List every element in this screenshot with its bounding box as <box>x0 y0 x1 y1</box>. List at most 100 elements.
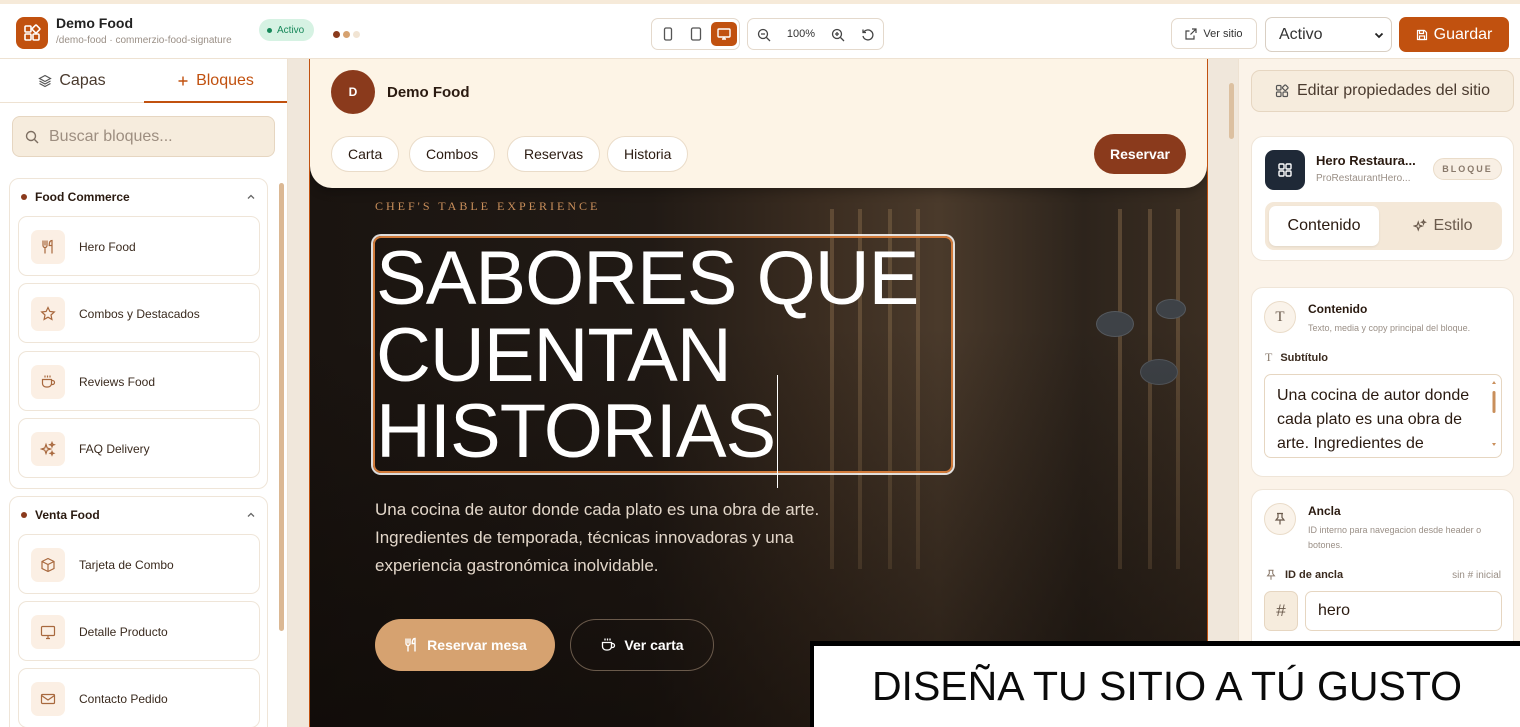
anchor-hint: sin # inicial <box>1452 570 1501 581</box>
tab-content[interactable]: Contenido <box>1269 206 1379 246</box>
textarea-scrollbar[interactable] <box>1492 381 1496 453</box>
hero-headline-line[interactable]: SABORES QUE <box>376 241 919 317</box>
coffee-icon <box>602 638 616 651</box>
status-select-value: Activo <box>1279 25 1323 43</box>
block-item-product-detail[interactable]: Detalle Producto <box>18 601 260 661</box>
color-dot-icon <box>343 31 350 38</box>
block-item-combo-card[interactable]: Tarjeta de Combo <box>18 534 260 594</box>
hash-prefix: # <box>1264 591 1298 631</box>
block-item-combos[interactable]: Combos y Destacados <box>18 283 260 343</box>
tab-blocks-label: Bloques <box>196 72 254 89</box>
desktop-view-button[interactable] <box>711 22 737 46</box>
block-item-faq-delivery[interactable]: FAQ Delivery <box>18 418 260 478</box>
promo-caption: DISEÑA TU SITIO A TÚ GUSTO <box>814 646 1520 727</box>
category-header[interactable]: Venta Food <box>21 508 100 522</box>
category-name: Food Commerce <box>35 190 130 204</box>
color-dot-icon <box>353 31 360 38</box>
color-dots <box>333 31 360 38</box>
grid-icon <box>1265 150 1305 190</box>
view-menu-button[interactable]: Ver carta <box>570 619 714 671</box>
nav-pill-carta[interactable]: Carta <box>331 136 400 172</box>
device-switcher <box>651 18 740 50</box>
builder-app: Demo Food /demo-food · commerzio-food-si… <box>0 0 1520 727</box>
canvas-scrollbar[interactable] <box>1229 83 1234 139</box>
tab-layers-label: Capas <box>59 72 106 89</box>
brand-avatar[interactable]: D <box>331 70 375 114</box>
category-header[interactable]: Food Commerce <box>21 190 130 204</box>
view-site-label: Ver sitio <box>1203 27 1243 40</box>
subtitle-field-label: T Subtítulo <box>1265 350 1328 365</box>
zoom-controls: 100% <box>747 18 884 50</box>
selected-block-card: Hero Restaura... ProRestaurantHero... BL… <box>1251 136 1514 261</box>
view-menu-label: Ver carta <box>624 637 684 653</box>
preview-header: D Demo Food Carta Combos Reservas Histor… <box>310 59 1207 188</box>
header-reserve-button[interactable]: Reservar <box>1094 134 1186 174</box>
reserve-table-button[interactable]: Reservar mesa <box>375 619 555 671</box>
mobile-view-button[interactable] <box>655 22 681 46</box>
app-logo-icon[interactable] <box>16 17 48 49</box>
hero-subtitle[interactable]: Una cocina de autor donde cada plato es … <box>375 496 855 580</box>
sparkles-icon <box>31 432 65 466</box>
brand-name[interactable]: Demo Food <box>387 84 470 101</box>
tab-style[interactable]: Estilo <box>1388 206 1498 246</box>
sparkles-icon <box>1413 219 1428 232</box>
hero-headline-line[interactable]: HISTORIAS <box>376 394 776 470</box>
site-preview-frame: D Demo Food Carta Combos Reservas Histor… <box>309 59 1208 727</box>
subtitle-textarea[interactable]: Una cocina de autor donde cada plato es … <box>1264 374 1502 458</box>
reset-zoom-button[interactable] <box>856 23 880 47</box>
chevron-down-icon <box>1374 32 1384 39</box>
content-section-card: T Contenido Texto, media y copy principa… <box>1251 287 1514 477</box>
editor-canvas: D Demo Food Carta Combos Reservas Histor… <box>288 59 1238 727</box>
anchor-icon <box>1264 503 1296 535</box>
anchor-section-title: Ancla <box>1308 504 1341 518</box>
search-icon <box>25 130 39 143</box>
edit-site-properties-button[interactable]: Editar propiedades del sitio <box>1251 70 1514 112</box>
save-button[interactable]: Guardar <box>1399 17 1509 52</box>
monitor-icon <box>31 615 65 649</box>
search-input[interactable]: Buscar bloques... <box>12 116 275 157</box>
search-placeholder: Buscar bloques... <box>49 127 173 145</box>
color-dot-icon <box>333 31 340 38</box>
anchor-id-input[interactable]: hero <box>1305 591 1502 631</box>
text-icon: T <box>1265 350 1273 364</box>
zoom-out-button[interactable] <box>752 23 776 47</box>
status-badge: Activo <box>259 19 315 41</box>
zoom-in-icon <box>831 28 845 42</box>
tablet-icon <box>690 27 702 41</box>
content-section-title: Contenido <box>1308 302 1368 316</box>
top-bar: Demo Food /demo-food · commerzio-food-si… <box>0 0 1520 59</box>
nav-pill-historia[interactable]: Historia <box>607 136 689 172</box>
anchor-icon <box>1266 569 1276 580</box>
tablet-view-button[interactable] <box>683 22 709 46</box>
save-icon <box>1416 29 1427 40</box>
content-section-desc: Texto, media y copy principal del bloque… <box>1308 323 1471 333</box>
subtitle-textarea-value: Una cocina de autor donde cada plato es … <box>1277 387 1470 452</box>
nav-pill-reservas[interactable]: Reservas <box>507 136 601 172</box>
category-bullet-icon <box>21 512 27 518</box>
block-item-reviews-food[interactable]: Reviews Food <box>18 351 260 411</box>
chevron-up-icon[interactable] <box>246 192 256 202</box>
utensils-icon <box>31 230 65 264</box>
plus-icon <box>178 76 188 86</box>
content-style-tabs: Contenido Estilo <box>1265 202 1502 250</box>
block-item-label: Detalle Producto <box>79 625 168 639</box>
star-icon <box>31 297 65 331</box>
mail-icon <box>31 682 65 716</box>
view-site-button[interactable]: Ver sitio <box>1171 18 1257 49</box>
tab-active-indicator <box>144 101 287 103</box>
box-icon <box>31 548 65 582</box>
status-select[interactable]: Activo <box>1265 17 1392 52</box>
hero-headline-line[interactable]: CUENTAN <box>376 318 732 394</box>
block-type: ProRestaurantHero... <box>1316 173 1411 184</box>
block-item-hero-food[interactable]: Hero Food <box>18 216 260 276</box>
block-item-order-contact[interactable]: Contacto Pedido <box>18 668 260 727</box>
nav-pill-combos[interactable]: Combos <box>409 136 496 172</box>
zoom-in-button[interactable] <box>826 23 850 47</box>
block-name: Hero Restaura... <box>1316 153 1416 168</box>
tab-blocks[interactable]: Bloques <box>144 59 287 103</box>
left-scrollbar[interactable] <box>279 183 284 631</box>
category-bullet-icon <box>21 194 27 200</box>
tab-layers[interactable]: Capas <box>0 59 144 103</box>
chevron-up-icon[interactable] <box>246 510 256 520</box>
zoom-out-icon <box>757 28 771 42</box>
